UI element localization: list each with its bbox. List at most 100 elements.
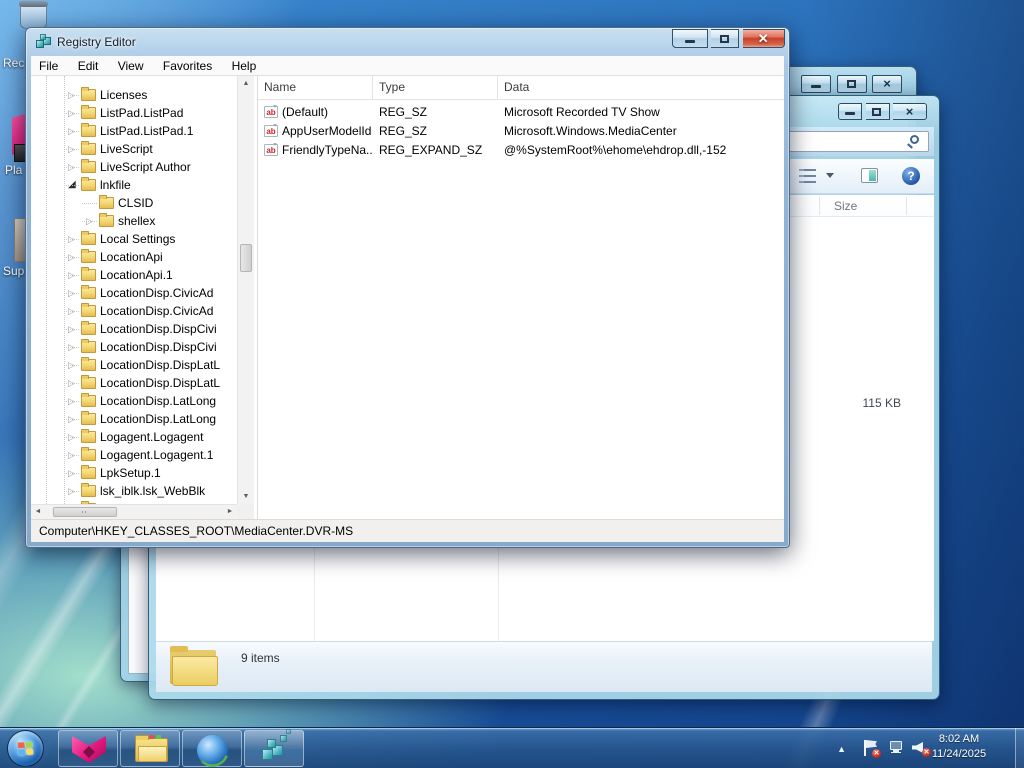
type-column-header[interactable]: Type bbox=[373, 76, 498, 99]
expand-arrow[interactable]: ◢ bbox=[68, 176, 81, 194]
taskbar-clock[interactable]: 8:02 AM 11/24/2025 bbox=[922, 732, 996, 762]
expand-arrow[interactable]: ▷ bbox=[68, 284, 81, 302]
close-button[interactable]: ✕ bbox=[742, 29, 785, 48]
action-center-icon[interactable]: ✕ bbox=[864, 740, 881, 758]
name-column-header[interactable]: Name bbox=[258, 76, 373, 99]
tree-item[interactable]: ▷ LocationApi.1 bbox=[31, 266, 237, 284]
tree-item[interactable]: ▷ LocationDisp.DispLatL bbox=[31, 356, 237, 374]
expand-arrow[interactable]: ▷ bbox=[68, 104, 81, 122]
expand-arrow[interactable]: ▷ bbox=[68, 410, 81, 428]
tree-item[interactable]: ▷ ListPad.ListPad.1 bbox=[31, 122, 237, 140]
value-type-cell: REG_SZ bbox=[379, 124, 428, 138]
tree-item[interactable]: ▷ LiveScript Author bbox=[31, 158, 237, 176]
expand-arrow[interactable]: ▷ bbox=[68, 392, 81, 410]
window-controls: × bbox=[799, 75, 902, 93]
expand-arrow[interactable]: ▷ bbox=[68, 482, 81, 500]
chevron-down-icon[interactable] bbox=[826, 173, 834, 182]
close-button[interactable]: × bbox=[893, 103, 927, 120]
close-button[interactable]: × bbox=[872, 75, 902, 93]
column-divider[interactable] bbox=[906, 197, 907, 215]
scroll-up-arrow[interactable]: ▲ bbox=[238, 76, 254, 91]
registry-tree-pane[interactable]: ▷ Licenses ▷ ListPad.ListPad ▷ ListPad.List… bbox=[31, 76, 254, 519]
tree-item[interactable]: ▷ LpkSetup.1 bbox=[31, 464, 237, 482]
window-controls: ✕ bbox=[672, 29, 785, 48]
scrollbar-thumb[interactable] bbox=[240, 244, 252, 272]
data-column-header[interactable]: Data bbox=[498, 76, 784, 99]
value-row[interactable]: abAppUserModelId REG_SZ Microsoft.Window… bbox=[258, 122, 784, 141]
tree-item[interactable]: ▷ LiveScript bbox=[31, 140, 237, 158]
start-button[interactable] bbox=[7, 730, 44, 767]
tree-vertical-scrollbar[interactable]: ▲ ▼ bbox=[237, 76, 254, 504]
expand-arrow[interactable]: ▷ bbox=[68, 464, 81, 482]
expand-arrow[interactable]: ▷ bbox=[68, 122, 81, 140]
folder-icon bbox=[81, 320, 96, 335]
menu-item[interactable]: File bbox=[31, 56, 66, 76]
maximize-button[interactable] bbox=[865, 103, 890, 120]
minimize-button[interactable] bbox=[838, 103, 863, 120]
expand-arrow[interactable]: ▷ bbox=[86, 212, 99, 230]
tree-item[interactable]: ▷ Local Settings bbox=[31, 230, 237, 248]
expand-arrow[interactable]: ▷ bbox=[68, 338, 81, 356]
preview-pane-icon[interactable] bbox=[861, 168, 878, 183]
expand-arrow[interactable]: ▷ bbox=[68, 140, 81, 158]
tree-horizontal-scrollbar[interactable]: ◄ ► bbox=[31, 504, 237, 519]
tree-item[interactable]: ▷ LocationDisp.DispCivi bbox=[31, 338, 237, 356]
menu-item[interactable]: Favorites bbox=[155, 56, 220, 76]
help-icon[interactable]: ? bbox=[902, 167, 920, 185]
expand-arrow[interactable]: ▷ bbox=[68, 302, 81, 320]
value-row[interactable]: ab(Default) REG_SZ Microsoft Recorded TV… bbox=[258, 103, 784, 122]
tree-item[interactable]: ▷ ListPad.ListPad bbox=[31, 104, 237, 122]
expand-arrow[interactable]: ▷ bbox=[68, 248, 81, 266]
expand-arrow[interactable]: ▷ bbox=[68, 230, 81, 248]
change-view-icon[interactable] bbox=[799, 169, 816, 183]
registry-editor-window[interactable]: Registry Editor ✕ File Edit View Favorit… bbox=[25, 27, 790, 548]
show-desktop-button[interactable] bbox=[1015, 728, 1024, 768]
maximize-button[interactable] bbox=[711, 29, 740, 48]
tree-item[interactable]: ▷ shellex bbox=[31, 212, 237, 230]
menu-item[interactable]: Help bbox=[224, 56, 265, 76]
tree-item[interactable]: ▷ LocationDisp.CivicAd bbox=[31, 302, 237, 320]
menu-item[interactable]: Edit bbox=[70, 56, 107, 76]
size-column-header[interactable]: Size bbox=[834, 199, 857, 213]
expand-arrow[interactable]: ▷ bbox=[68, 428, 81, 446]
browser-globe-icon bbox=[197, 735, 228, 766]
expand-arrow[interactable]: ▷ bbox=[68, 86, 81, 104]
expand-arrow[interactable]: ▷ bbox=[68, 374, 81, 392]
taskbar-button-explorer[interactable] bbox=[120, 730, 180, 767]
column-divider[interactable] bbox=[819, 197, 820, 215]
registry-values-pane[interactable]: Name Type Data ab(Default) REG_SZ Micros… bbox=[257, 76, 784, 519]
tree-item[interactable]: ◢ lnkfile bbox=[31, 176, 237, 194]
tree-item[interactable]: ▷ Logagent.Logagent bbox=[31, 428, 237, 446]
tree-item[interactable]: ▷ Logagent.Logagent.1 bbox=[31, 446, 237, 464]
tree-item[interactable]: CLSID bbox=[31, 194, 237, 212]
expand-arrow[interactable]: ▷ bbox=[68, 266, 81, 284]
recycle-bin-icon[interactable] bbox=[19, 1, 48, 29]
minimize-button[interactable] bbox=[672, 29, 708, 48]
minimize-button[interactable] bbox=[801, 75, 832, 93]
expand-arrow[interactable]: ▷ bbox=[68, 356, 81, 374]
tree-item[interactable]: ▷ LocationDisp.DispCivi bbox=[31, 320, 237, 338]
search-icon[interactable] bbox=[910, 135, 919, 144]
maximize-button[interactable] bbox=[836, 75, 867, 93]
scrollbar-thumb[interactable] bbox=[53, 507, 117, 517]
tree-item[interactable]: ▷ LocationDisp.LatLong bbox=[31, 410, 237, 428]
show-hidden-icons-icon[interactable]: ▲ bbox=[837, 744, 846, 754]
taskbar-button-player-app[interactable] bbox=[58, 730, 118, 767]
menu-item[interactable]: View bbox=[110, 56, 152, 76]
scroll-left-arrow[interactable]: ◄ bbox=[31, 505, 45, 519]
taskbar-button-browser[interactable] bbox=[182, 730, 242, 767]
expand-arrow[interactable]: ▷ bbox=[68, 446, 81, 464]
taskbar-button-registry-editor[interactable] bbox=[244, 729, 304, 767]
network-icon[interactable] bbox=[888, 741, 904, 754]
tree-item[interactable]: ▷ Licenses bbox=[31, 86, 237, 104]
scroll-down-arrow[interactable]: ▼ bbox=[238, 489, 254, 504]
value-row[interactable]: abFriendlyTypeNa... REG_EXPAND_SZ @%Syst… bbox=[258, 141, 784, 160]
tree-item[interactable]: ▷ LocationDisp.CivicAd bbox=[31, 284, 237, 302]
tree-item[interactable]: ▷ LocationApi bbox=[31, 248, 237, 266]
expand-arrow[interactable]: ▷ bbox=[68, 158, 81, 176]
scroll-right-arrow[interactable]: ► bbox=[223, 505, 237, 519]
expand-arrow[interactable]: ▷ bbox=[68, 320, 81, 338]
tree-item[interactable]: ▷ LocationDisp.LatLong bbox=[31, 392, 237, 410]
tree-item[interactable]: ▷ lsk_iblk.lsk_WebBlk bbox=[31, 482, 237, 500]
tree-item[interactable]: ▷ LocationDisp.DispLatL bbox=[31, 374, 237, 392]
